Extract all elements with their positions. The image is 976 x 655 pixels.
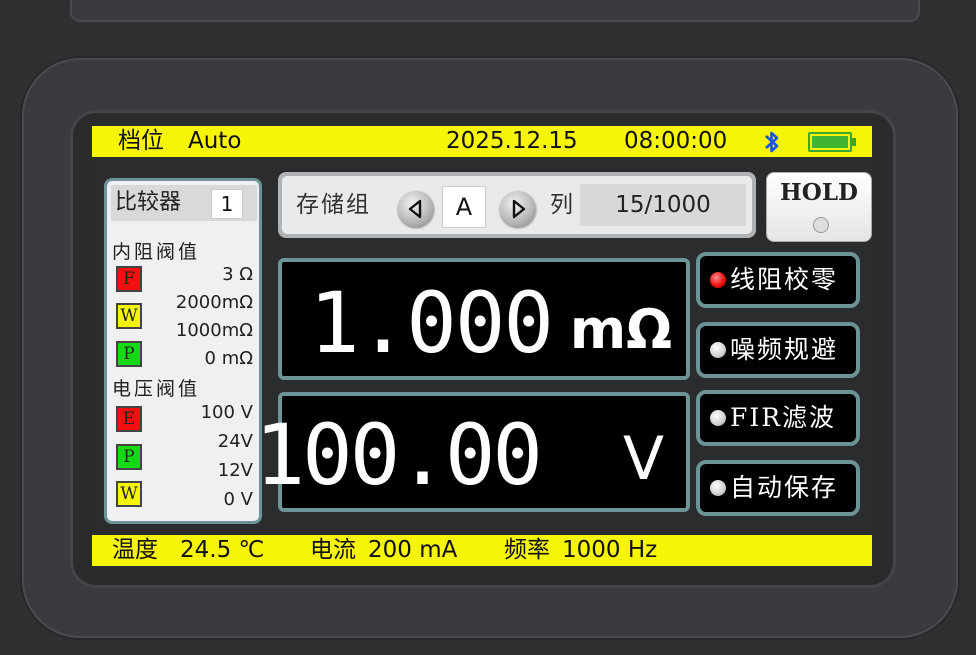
storage-group[interactable]: A <box>442 186 486 228</box>
res-level-value: 2000mΩ <box>175 292 253 313</box>
status-bar: 档位 Auto 2025.12.15 08:00:00 <box>92 126 872 157</box>
voltage-value: 100.00 <box>254 406 543 504</box>
comparator-panel: 比较器 1 内阻阀值 F W P 3 Ω 2000mΩ 1000mΩ 0 mΩ … <box>104 178 262 524</box>
bluetooth-icon <box>762 130 782 154</box>
status-led-icon <box>710 342 726 358</box>
comparator-value[interactable]: 1 <box>211 189 243 219</box>
prev-group-button[interactable] <box>398 191 434 227</box>
res-level-value: 1000mΩ <box>175 320 253 341</box>
comparator-header: 比较器 1 <box>111 185 257 221</box>
storage-count: 15/1000 <box>580 184 746 226</box>
battery-full-icon <box>808 132 856 152</box>
auto-save-button[interactable]: 自动保存 <box>696 460 860 516</box>
date-text: 2025.12.15 <box>446 128 578 154</box>
temperature-label: 温度 <box>112 537 158 563</box>
volt-level-value: 100 V <box>200 402 253 423</box>
voltage-unit: V <box>622 424 664 494</box>
range-label: 档位 <box>118 128 164 154</box>
volt-badge-w: W <box>116 481 142 507</box>
temperature-value: 24.5 ℃ <box>180 537 265 563</box>
status-led-icon <box>710 480 726 496</box>
measurement-status-bar: 温度 24.5 ℃ 电流 200 mA 频率 1000 Hz <box>92 535 872 566</box>
resistance-unit: mΩ <box>569 298 672 361</box>
res-badge-p: P <box>116 341 142 367</box>
frequency-value: 1000 Hz <box>562 537 658 563</box>
status-led-icon <box>710 410 726 426</box>
resistance-threshold-title: 内阻阀值 <box>112 241 201 263</box>
chevron-right-icon <box>512 199 526 219</box>
res-level-value: 0 mΩ <box>204 348 253 369</box>
resistance-value: 1.000 <box>309 274 554 372</box>
hold-label: HOLD <box>780 179 858 206</box>
frequency-label: 频率 <box>504 537 550 563</box>
volt-badge-p: P <box>116 444 142 470</box>
lcd-screen: 档位 Auto 2025.12.15 08:00:00 比较器 1 内阻阀值 F… <box>92 126 872 566</box>
range-value: Auto <box>188 128 242 154</box>
volt-level-value: 12V <box>217 460 253 481</box>
fir-filter-button[interactable]: FIR滤波 <box>696 390 860 446</box>
current-value: 200 mA <box>368 537 458 563</box>
function-label: 线阻校零 <box>730 265 839 294</box>
chevron-left-icon <box>408 199 422 219</box>
function-label: FIR滤波 <box>730 403 837 432</box>
res-badge-f: F <box>116 266 142 292</box>
time-text: 08:00:00 <box>624 128 728 154</box>
res-badge-w: W <box>116 303 142 329</box>
hold-indicator-icon <box>813 217 829 233</box>
volt-level-value: 0 V <box>223 489 254 510</box>
device-top-edge <box>70 0 920 22</box>
line-zero-button[interactable]: 线阻校零 <box>696 252 860 308</box>
comparator-label: 比较器 <box>115 190 182 215</box>
res-level-value: 3 Ω <box>222 264 253 285</box>
hold-button[interactable]: HOLD <box>766 172 872 242</box>
resistance-display: 1.000 mΩ <box>278 258 690 380</box>
next-group-button[interactable] <box>500 191 536 227</box>
noise-avoid-button[interactable]: 噪频规避 <box>696 322 860 378</box>
function-label: 自动保存 <box>730 473 839 502</box>
status-led-icon <box>710 272 726 288</box>
column-label: 列 <box>550 192 573 218</box>
volt-level-value: 24V <box>217 431 253 452</box>
storage-bar: 存储组 A 列 15/1000 <box>278 172 756 238</box>
voltage-threshold-title: 电压阀值 <box>112 378 201 400</box>
current-label: 电流 <box>310 537 356 563</box>
volt-badge-e: E <box>116 406 142 432</box>
voltage-display: 100.00 V <box>255 392 690 512</box>
function-label: 噪频规避 <box>730 335 839 364</box>
storage-label: 存储组 <box>296 192 371 218</box>
